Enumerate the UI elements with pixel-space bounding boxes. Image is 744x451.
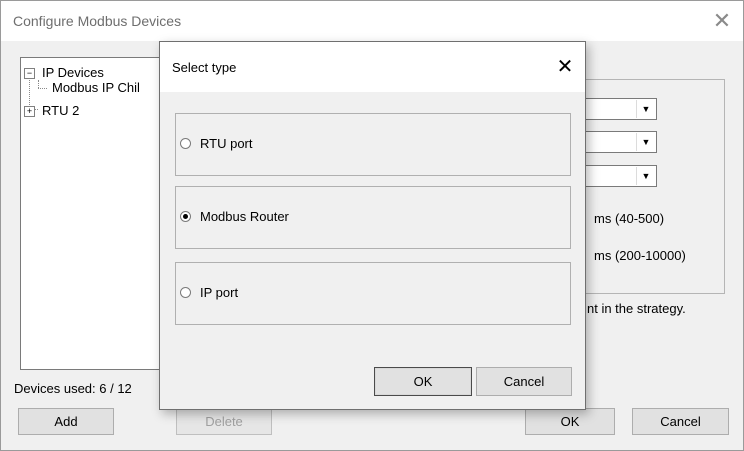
collapse-icon[interactable]: − [24, 68, 35, 79]
ok-button-label: OK [560, 414, 580, 429]
timeout-range-label: ms (40-500) [594, 211, 665, 226]
dialog-title: Select type [172, 60, 237, 75]
delete-button[interactable]: Delete [176, 408, 272, 435]
cancel-button-label: Cancel [660, 414, 701, 429]
settings-combo-3[interactable]: ▼ [581, 165, 657, 187]
delete-button-label: Delete [205, 414, 243, 429]
rtu-port-label: RTU port [200, 136, 253, 151]
cancel-button[interactable]: Cancel [632, 408, 729, 435]
tree-item-label: Modbus IP Chil [52, 80, 140, 95]
tree-line [38, 80, 39, 88]
close-icon: ✕ [556, 56, 574, 78]
chevron-down-icon[interactable]: ▼ [636, 167, 655, 185]
modbus-router-radio[interactable]: Modbus Router [180, 209, 380, 225]
interval-range-label: ms (200-10000) [594, 248, 686, 263]
add-button[interactable]: Add [18, 408, 114, 435]
modbus-router-label: Modbus Router [200, 209, 289, 224]
option-group-rtu-port: RTU port [175, 113, 571, 176]
expand-icon[interactable]: + [24, 106, 35, 117]
chevron-down-icon[interactable]: ▼ [636, 100, 655, 118]
dialog-cancel-label: Cancel [503, 374, 545, 389]
rtu-port-radio[interactable]: RTU port [180, 136, 380, 152]
option-group-ip-port: IP port [175, 262, 571, 325]
dialog-title-bar: Select type ✕ [160, 42, 585, 92]
tree-line [38, 88, 47, 89]
ip-port-label: IP port [200, 285, 239, 300]
option-group-modbus-router: Modbus Router [175, 186, 571, 249]
add-button-label: Add [54, 414, 78, 429]
dialog-cancel-button[interactable]: Cancel [476, 367, 572, 396]
window-title: Configure Modbus Devices [13, 13, 182, 29]
tree-item-label: RTU 2 [42, 103, 80, 118]
dialog-ok-label: OK [413, 374, 433, 389]
chevron-down-icon[interactable]: ▼ [636, 133, 655, 151]
radio-icon[interactable] [180, 138, 191, 149]
window-title-bar: Configure Modbus Devices ✕ [1, 1, 743, 41]
ok-button[interactable]: OK [525, 408, 615, 435]
settings-combo-2[interactable]: ▼ [581, 131, 657, 153]
dialog-close-button[interactable]: ✕ [552, 54, 578, 80]
device-tree[interactable]: − IP Devices Modbus IP Chil + RTU 2 [20, 57, 170, 370]
window-close-button[interactable]: ✕ [707, 7, 737, 35]
settings-combo-1[interactable]: ▼ [581, 98, 657, 120]
radio-icon[interactable] [180, 287, 191, 298]
devices-used-label: Devices used: 6 / 12 [14, 381, 132, 396]
radio-selected-icon[interactable] [180, 211, 191, 222]
strategy-note: nt in the strategy. [587, 301, 686, 316]
dialog-ok-button[interactable]: OK [374, 367, 472, 396]
select-type-dialog: Select type ✕ RTU port Modbus Router IP … [159, 41, 586, 410]
ip-port-radio[interactable]: IP port [180, 285, 380, 301]
close-icon: ✕ [712, 8, 732, 33]
tree-item-label: IP Devices [42, 65, 104, 80]
